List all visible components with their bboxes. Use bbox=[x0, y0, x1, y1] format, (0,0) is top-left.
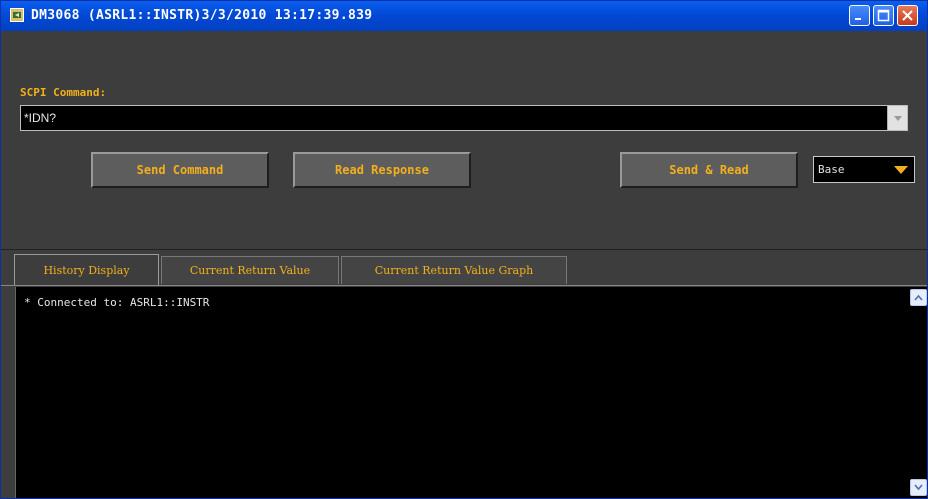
scpi-command-label: SCPI Command: bbox=[20, 86, 107, 99]
chevron-down-icon bbox=[914, 484, 923, 491]
tab-current-return-value-graph[interactable]: Current Return Value Graph bbox=[341, 256, 567, 284]
read-response-button[interactable]: Read Response bbox=[293, 152, 471, 188]
app-window: DM3068 (ASRL1::INSTR)3/3/2010 13:17:39.8… bbox=[0, 0, 928, 499]
tab-history-display[interactable]: History Display bbox=[14, 254, 159, 286]
history-display-panel[interactable]: * Connected to: ASRL1::INSTR bbox=[15, 287, 927, 498]
close-icon bbox=[902, 10, 913, 21]
send-command-button[interactable]: Send Command bbox=[91, 152, 269, 188]
tab-bar: History Display Current Return Value Cur… bbox=[1, 249, 927, 286]
history-scrollbar[interactable] bbox=[910, 287, 927, 498]
chevron-down-icon bbox=[894, 116, 902, 121]
send-and-read-button[interactable]: Send & Read bbox=[620, 152, 798, 188]
scpi-command-combobox[interactable] bbox=[20, 105, 908, 131]
scpi-command-input[interactable] bbox=[21, 106, 887, 130]
dropdown-arrow-icon bbox=[894, 166, 908, 174]
maximize-icon bbox=[877, 9, 890, 22]
maximize-button[interactable] bbox=[873, 5, 894, 26]
scroll-down-button[interactable] bbox=[910, 479, 927, 496]
tab-divider bbox=[1, 285, 927, 286]
base-select[interactable]: Base bbox=[813, 156, 915, 183]
minimize-button[interactable] bbox=[849, 5, 870, 26]
chevron-up-icon bbox=[914, 294, 923, 301]
window-title: DM3068 (ASRL1::INSTR)3/3/2010 13:17:39.8… bbox=[31, 8, 373, 23]
history-log: * Connected to: ASRL1::INSTR bbox=[24, 296, 210, 309]
app-icon bbox=[10, 8, 24, 22]
scpi-dropdown-button[interactable] bbox=[887, 106, 907, 130]
scroll-up-button[interactable] bbox=[910, 289, 927, 306]
minimize-icon bbox=[855, 18, 861, 20]
close-button[interactable] bbox=[897, 5, 918, 26]
base-select-value: Base bbox=[818, 163, 845, 176]
tab-current-return-value[interactable]: Current Return Value bbox=[161, 256, 339, 284]
title-bar[interactable]: DM3068 (ASRL1::INSTR)3/3/2010 13:17:39.8… bbox=[1, 1, 927, 31]
